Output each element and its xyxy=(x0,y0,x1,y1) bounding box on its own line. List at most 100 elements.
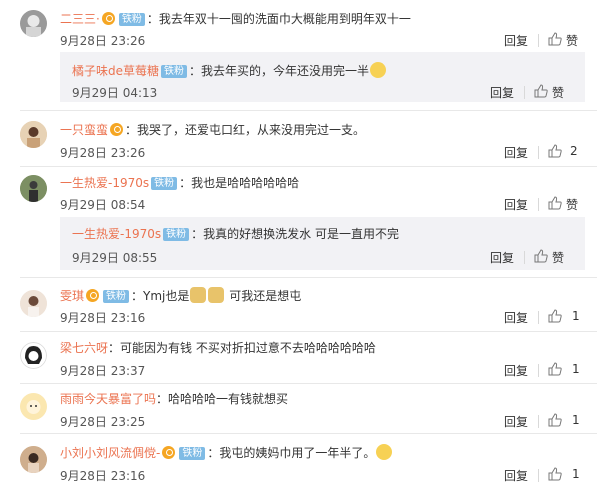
like-count[interactable]: 赞 xyxy=(566,196,578,213)
thumbs-up-icon[interactable] xyxy=(548,413,562,427)
vip-badge-icon xyxy=(162,446,176,459)
comment: 一只蛮蛮 ：我哭了，还爱屯口红，从来没用完过一支。 9月28日 23:26 回复 … xyxy=(0,111,597,166)
username[interactable]: 雯琪 xyxy=(60,289,84,303)
thumbs-up-icon[interactable] xyxy=(548,144,562,158)
comment-text: 我真的好想换洗发水 可是一直用不完 xyxy=(203,227,399,241)
fan-badge: 铁粉 xyxy=(179,447,206,460)
comment-line: 橘子味de草莓糖 铁粉 ：我去年买的，今年还没用完一半 xyxy=(72,62,387,79)
cartoon-girl-avatar-icon xyxy=(20,342,47,369)
timestamp: 9月28日 23:26 xyxy=(60,146,146,160)
avatar[interactable] xyxy=(20,10,47,37)
action-divider xyxy=(538,364,539,377)
comment-text: 哈哈哈哈一有钱就想买 xyxy=(168,392,289,406)
like-count[interactable]: 1 xyxy=(572,467,580,481)
glasses-emoji-icon xyxy=(376,444,393,460)
username[interactable]: 小刘小刘风流倜傥- xyxy=(60,446,160,460)
action-divider xyxy=(538,415,539,428)
comment-text: 我也是哈哈哈哈哈哈 xyxy=(191,176,300,190)
comment: 雨雨今天暴富了吗：哈哈哈哈一有钱就想买 9月28日 23:25 回复 1 xyxy=(0,384,597,432)
comment-text: 我去年双十一囤的洗面巾大概能用到明年双十一 xyxy=(158,12,411,26)
action-divider xyxy=(538,311,539,324)
fan-badge: 铁粉 xyxy=(103,290,130,303)
fan-badge: 铁粉 xyxy=(163,228,190,241)
avatar[interactable] xyxy=(20,342,47,369)
username[interactable]: 梁七六呀 xyxy=(60,341,108,355)
comment-line: 二三三· 铁粉 ：我去年双十一囤的洗面巾大概能用到明年双十一 xyxy=(60,12,411,26)
username[interactable]: 一只蛮蛮 xyxy=(60,123,108,137)
comment: 雯琪 铁粉 ：Ymj也是 可我还是想屯 9月28日 23:16 回复 1 xyxy=(0,278,597,330)
username[interactable]: 雨雨今天暴富了吗 xyxy=(60,392,156,406)
timestamp: 9月28日 23:26 xyxy=(60,34,146,48)
username[interactable]: 一生热爱-1970s xyxy=(60,176,149,190)
reply-button[interactable]: 回复 xyxy=(504,32,528,49)
like-count[interactable]: 1 xyxy=(572,309,580,323)
avatar[interactable] xyxy=(20,290,47,317)
doge-emoji-icon xyxy=(190,287,207,303)
action-divider xyxy=(538,34,539,47)
comment: 小刘小刘风流倜傥- 铁粉 ：我屯的姨妈巾用了一年半了。 9月28日 23:16 回复… xyxy=(0,434,597,491)
cartoon-avatar-icon xyxy=(20,393,47,420)
like-count[interactable]: 1 xyxy=(572,362,580,376)
thumbs-up-icon[interactable] xyxy=(548,467,562,481)
like-count[interactable]: 赞 xyxy=(566,32,578,49)
action-divider xyxy=(524,86,525,99)
timestamp: 9月29日 08:55 xyxy=(72,251,158,265)
thumbs-up-icon[interactable] xyxy=(548,362,562,376)
comment-line: 一只蛮蛮 ：我哭了，还爱屯口红，从来没用完过一支。 xyxy=(60,123,366,137)
comment: 二三三· 铁粉 ：我去年双十一囤的洗面巾大概能用到明年双十一 9月28日 23:26… xyxy=(0,0,597,52)
girl-avatar-icon xyxy=(20,446,47,473)
like-count[interactable]: 2 xyxy=(570,144,578,158)
timestamp: 9月28日 23:25 xyxy=(60,415,146,429)
reply-button[interactable]: 回复 xyxy=(504,467,528,484)
reply-button[interactable]: 回复 xyxy=(504,144,528,161)
avatar[interactable] xyxy=(20,121,47,148)
vip-badge-icon xyxy=(110,123,124,136)
avatar[interactable] xyxy=(20,393,47,420)
comment-line: 小刘小刘风流倜傥- 铁粉 ：我屯的姨妈巾用了一年半了。 xyxy=(60,444,393,461)
thumbs-up-icon[interactable] xyxy=(534,84,548,98)
comment-text: 可能因为有钱 不买对折扣过意不去哈哈哈哈哈哈 xyxy=(120,341,376,355)
comment-line: 梁七六呀：可能因为有钱 不买对折扣过意不去哈哈哈哈哈哈 xyxy=(60,341,376,355)
username[interactable]: 一生热爱-1970s xyxy=(72,227,161,241)
reply-block: 一生热爱-1970s 铁粉 ：我真的好想换洗发水 可是一直用不完 9月29日 08:… xyxy=(60,217,585,270)
thumbs-up-icon[interactable] xyxy=(534,249,548,263)
fan-badge: 铁粉 xyxy=(161,65,188,78)
username[interactable]: 二三三· xyxy=(60,12,100,26)
action-divider xyxy=(538,469,539,482)
vip-badge-icon xyxy=(86,289,100,302)
crying-emoji-icon xyxy=(370,62,387,78)
like-count[interactable]: 赞 xyxy=(552,84,564,101)
person-avatar-icon xyxy=(20,175,47,202)
comment-line: 一生热爱-1970s 铁粉 ：我真的好想换洗发水 可是一直用不完 xyxy=(72,227,399,241)
action-divider xyxy=(524,251,525,264)
vip-badge-icon xyxy=(101,12,115,25)
comment-text: Ymj也是 xyxy=(143,289,190,303)
reply-button[interactable]: 回复 xyxy=(490,249,514,266)
timestamp: 9月28日 23:37 xyxy=(60,364,146,378)
girl-avatar-icon xyxy=(20,121,47,148)
comment-line: 雨雨今天暴富了吗：哈哈哈哈一有钱就想买 xyxy=(60,392,289,406)
like-count[interactable]: 赞 xyxy=(552,249,564,266)
girl-avatar-icon xyxy=(20,290,47,317)
reply-button[interactable]: 回复 xyxy=(490,84,514,101)
thumbs-up-icon[interactable] xyxy=(548,309,562,323)
reply-block: 橘子味de草莓糖 铁粉 ：我去年买的，今年还没用完一半 9月29日 04:13 回复… xyxy=(60,52,585,102)
timestamp: 9月29日 08:54 xyxy=(60,198,146,212)
username[interactable]: 橘子味de草莓糖 xyxy=(72,64,159,78)
comment: 梁七六呀：可能因为有钱 不买对折扣过意不去哈哈哈哈哈哈 9月28日 23:37 … xyxy=(0,332,597,382)
fan-badge: 铁粉 xyxy=(118,13,145,26)
reply-button[interactable]: 回复 xyxy=(504,309,528,326)
comment-text: 我屯的姨妈巾用了一年半了。 xyxy=(219,446,376,460)
like-count[interactable]: 1 xyxy=(572,413,580,427)
avatar[interactable] xyxy=(20,175,47,202)
action-divider xyxy=(538,146,539,159)
thumbs-up-icon[interactable] xyxy=(548,32,562,46)
comment-line: 一生热爱-1970s 铁粉 ：我也是哈哈哈哈哈哈 xyxy=(60,176,300,190)
reply-button[interactable]: 回复 xyxy=(504,196,528,213)
fan-badge: 铁粉 xyxy=(151,177,178,190)
reply-button[interactable]: 回复 xyxy=(504,413,528,430)
avatar[interactable] xyxy=(20,446,47,473)
thumbs-up-icon[interactable] xyxy=(548,196,562,210)
doge-emoji-icon xyxy=(208,287,225,303)
reply-button[interactable]: 回复 xyxy=(504,362,528,379)
